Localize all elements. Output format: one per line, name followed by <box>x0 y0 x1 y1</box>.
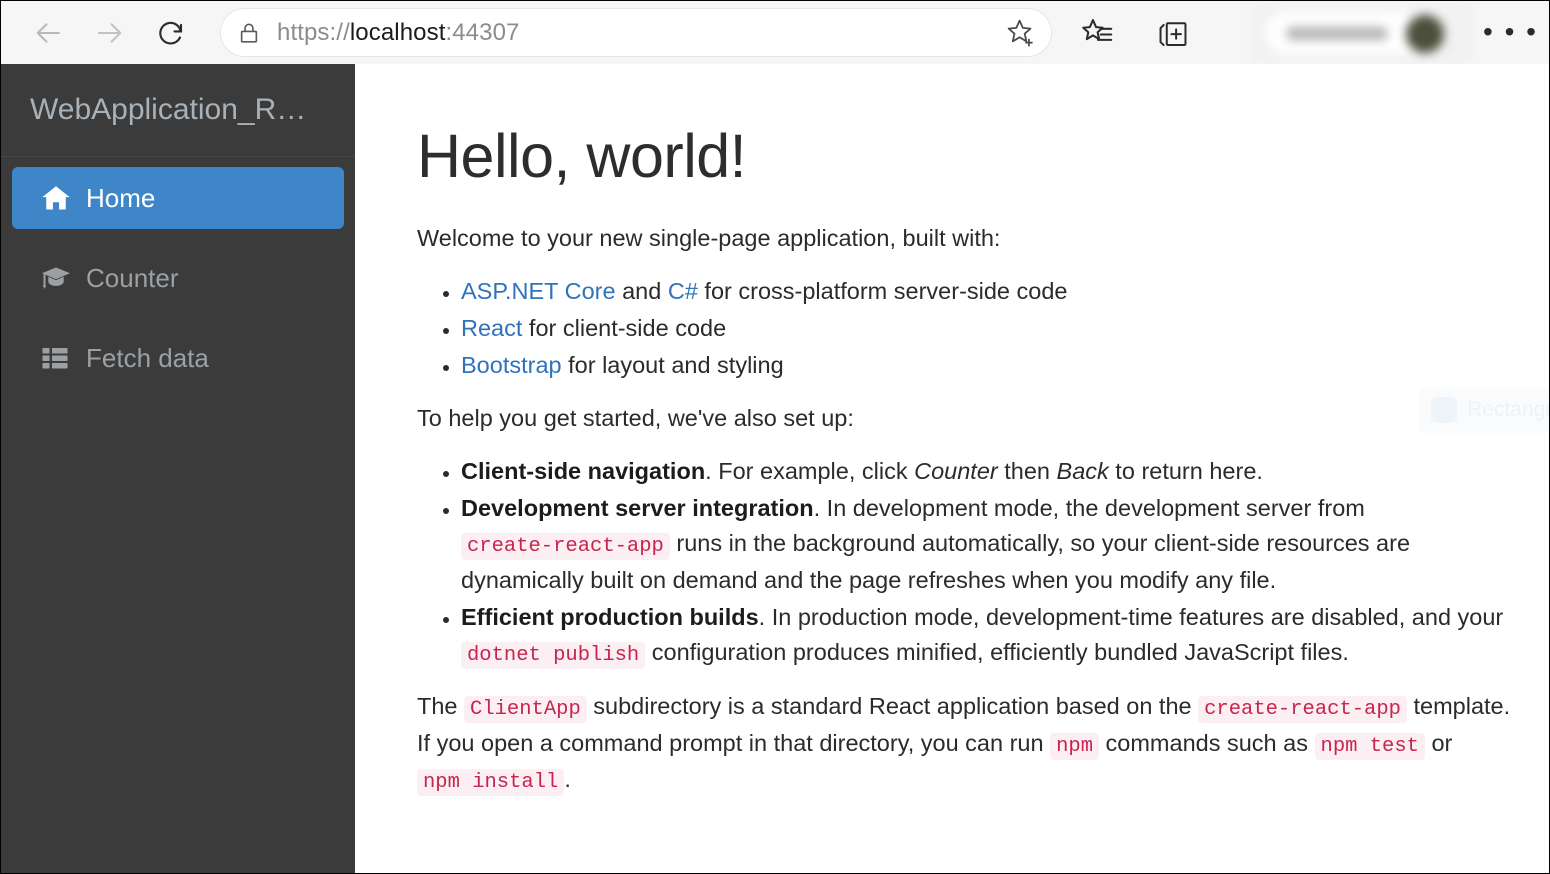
browser-window: https://localhost:44307 <box>0 0 1550 874</box>
code-clientapp: ClientApp <box>464 696 587 723</box>
sidebar-item-counter[interactable]: Counter <box>12 247 344 309</box>
reload-icon <box>156 18 186 48</box>
sidebar: WebApplication_R… Home <box>1 64 355 874</box>
text-rest: for layout and styling <box>562 352 784 378</box>
collections-button[interactable] <box>1145 8 1201 58</box>
collections-icon <box>1156 16 1190 50</box>
text-segment: to return here. <box>1109 458 1263 484</box>
bold-label: Client-side navigation <box>461 458 705 484</box>
sidebar-item-home[interactable]: Home <box>12 167 344 229</box>
star-plus-icon <box>1004 16 1038 50</box>
link-react[interactable]: React <box>461 315 522 341</box>
url-scheme: https:// <box>277 19 350 46</box>
add-favorite-button[interactable] <box>991 16 1051 50</box>
text-segment: . In production mode, development-time f… <box>759 604 1504 630</box>
profile-name-placeholder <box>1287 27 1387 40</box>
bold-label: Development server integration <box>461 495 814 521</box>
setup-list: Client-side navigation. For example, cli… <box>461 454 1521 671</box>
address-bar[interactable]: https://localhost:44307 <box>221 9 1051 56</box>
sidebar-item-label: Fetch data <box>86 343 209 374</box>
brand-title[interactable]: WebApplication_R… <box>1 64 355 156</box>
link-aspnet-core[interactable]: ASP.NET Core <box>461 278 616 304</box>
text-rest: for cross-platform server-side code <box>698 278 1068 304</box>
page-content: Hello, world! Welcome to your new single… <box>356 64 1549 874</box>
profile-area[interactable] <box>1251 3 1473 63</box>
setup-intro-paragraph: To help you get started, we've also set … <box>417 401 1521 436</box>
graduation-cap-icon <box>40 262 86 294</box>
forward-button[interactable] <box>85 9 133 57</box>
text-segment: commands such as <box>1099 730 1315 756</box>
url-port: :44307 <box>445 19 519 46</box>
avatar <box>1406 15 1444 53</box>
code-dotnet-publish: dotnet publish <box>461 642 645 669</box>
page-title: Hello, world! <box>417 124 1521 188</box>
code-npm-test: npm test <box>1315 733 1425 760</box>
text-segment: then <box>998 458 1057 484</box>
list-item: Development server integration. In devel… <box>461 491 1521 598</box>
url-display[interactable]: https://localhost:44307 <box>277 19 519 47</box>
emphasis-counter: Counter <box>914 458 998 484</box>
closing-paragraph: The ClientApp subdirectory is a standard… <box>417 689 1521 799</box>
lock-icon <box>221 20 277 46</box>
favorites-list-icon <box>1079 15 1115 51</box>
url-host: localhost <box>350 19 446 46</box>
text-and: and <box>616 278 668 304</box>
list-item: Efficient production builds. In producti… <box>461 600 1521 672</box>
sidebar-item-fetch-data[interactable]: Fetch data <box>12 327 344 389</box>
built-with-list: ASP.NET Core and C# for cross-platform s… <box>461 274 1521 383</box>
list-item: React for client-side code <box>461 311 1521 346</box>
browser-toolbar: https://localhost:44307 <box>1 1 1549 64</box>
list-item: Client-side navigation. For example, cli… <box>461 454 1521 489</box>
profile-pill <box>1265 12 1425 54</box>
code-create-react-app: create-react-app <box>461 533 670 560</box>
text-rest: for client-side code <box>522 315 726 341</box>
text-segment: subdirectory is a standard React applica… <box>587 693 1198 719</box>
code-create-react-app: create-react-app <box>1198 696 1407 723</box>
back-button[interactable] <box>25 9 73 57</box>
emphasis-back: Back <box>1057 458 1109 484</box>
code-npm-install: npm install <box>417 769 564 796</box>
text-segment: configuration produces minified, efficie… <box>645 639 1349 665</box>
intro-paragraph: Welcome to your new single-page applicat… <box>417 221 1521 256</box>
sidebar-item-label: Home <box>86 183 155 214</box>
text-segment: . In development mode, the development s… <box>814 495 1365 521</box>
text-segment: or <box>1425 730 1452 756</box>
link-bootstrap[interactable]: Bootstrap <box>461 352 562 378</box>
bold-label: Efficient production builds <box>461 604 759 630</box>
code-npm: npm <box>1050 733 1099 760</box>
arrow-left-icon <box>34 18 64 48</box>
sidebar-item-label: Counter <box>86 263 179 294</box>
home-icon <box>40 182 86 214</box>
text-segment: . <box>564 766 571 792</box>
sidebar-nav: Home Counter <box>1 157 355 874</box>
link-csharp[interactable]: C# <box>668 278 698 304</box>
settings-and-more-button[interactable]: • • • <box>1483 22 1538 42</box>
list-item: ASP.NET Core and C# for cross-platform s… <box>461 274 1521 309</box>
list-icon <box>40 343 86 373</box>
arrow-right-icon <box>94 18 124 48</box>
reload-button[interactable] <box>147 9 195 57</box>
text-segment: . For example, click <box>705 458 914 484</box>
text-segment: The <box>417 693 464 719</box>
list-item: Bootstrap for layout and styling <box>461 348 1521 383</box>
favorites-button[interactable] <box>1069 8 1125 58</box>
